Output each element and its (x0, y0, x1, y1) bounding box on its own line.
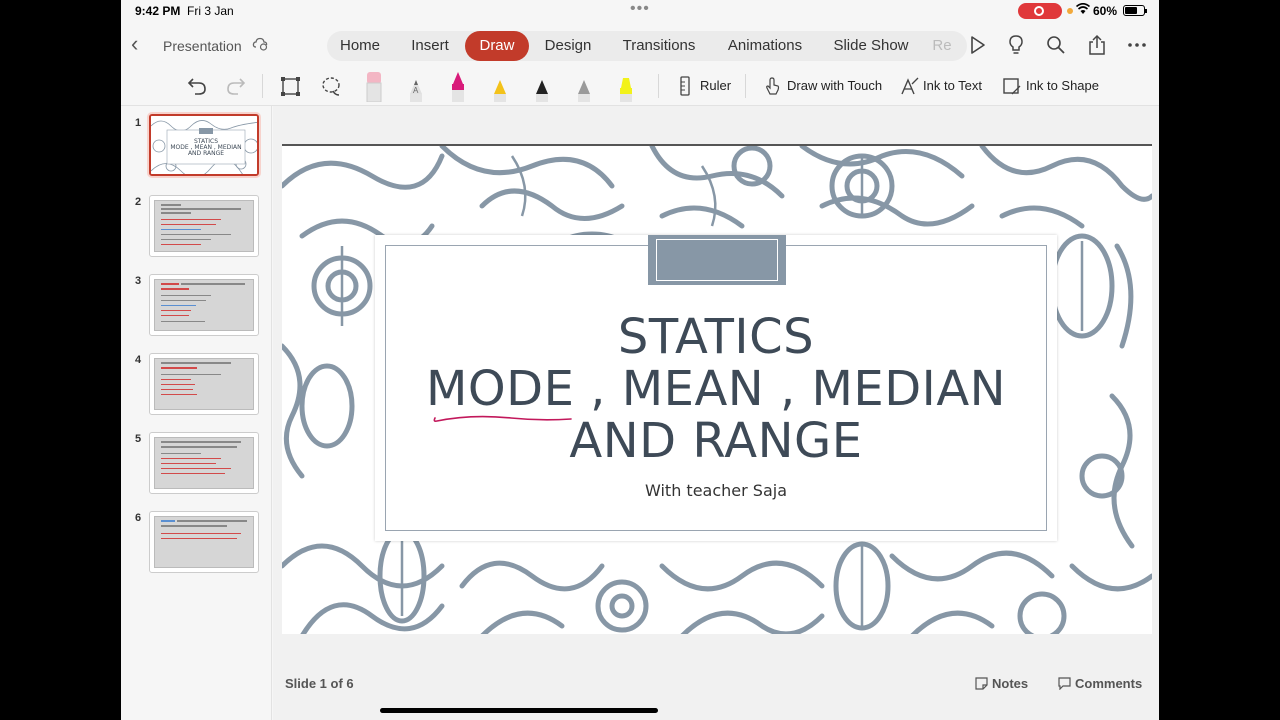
ink-to-text-icon (901, 77, 919, 95)
slide-counter: Slide 1 of 6 (285, 676, 354, 691)
multitask-dots[interactable]: ••• (630, 0, 650, 18)
thumbnail-slide-6[interactable] (149, 511, 259, 573)
tab-draw[interactable]: Draw (465, 31, 529, 61)
tab-home[interactable]: Home (327, 31, 393, 61)
ink-to-text-button[interactable]: Ink to Text (900, 76, 984, 96)
more-icon[interactable] (1126, 34, 1148, 56)
thumbnail-number: 4 (135, 354, 142, 366)
thumbnail-number: 5 (135, 433, 142, 445)
title-placeholder[interactable]: STATICS MODE , MEAN , MEDIAN AND RANGE W… (375, 235, 1057, 541)
mic-indicator-icon (1067, 8, 1073, 14)
tab-slide-show[interactable]: Slide Show (821, 31, 921, 61)
slide-title-line-1: STATICS (617, 309, 815, 365)
ink-to-shape-button[interactable]: Ink to Shape (1002, 76, 1099, 96)
thumbnail-number: 1 (135, 117, 142, 129)
thumbnail-number: 6 (135, 512, 142, 524)
ink-to-shape-label: Ink to Shape (1026, 78, 1099, 93)
back-chevron-icon[interactable]: ‹ (131, 33, 138, 55)
draw-toolbar: A Ruler Draw with Touch Ink to Text Ink … (121, 68, 1159, 106)
ink-to-shape-icon (1003, 78, 1021, 95)
thumbnail-content (154, 279, 254, 331)
toolbar-divider (745, 74, 746, 98)
tab-insert[interactable]: Insert (397, 31, 463, 61)
tab-design[interactable]: Design (533, 31, 603, 61)
slide-subtitle[interactable]: With teacher Saja (375, 481, 1057, 500)
toolbar-divider (658, 74, 659, 98)
slide-title-line-2: MODE , MEAN , MEDIAN (425, 361, 1007, 417)
ribbon-tabs: Home Insert Draw Design Transitions Anim… (327, 31, 967, 61)
thumbnail-content (154, 516, 254, 568)
title-tab-decoration (648, 235, 786, 285)
draw-with-touch-button[interactable]: Draw with Touch (763, 76, 883, 96)
thumbnail-slide-3[interactable] (149, 274, 259, 336)
ink-underline-stroke[interactable] (431, 412, 581, 426)
share-icon[interactable] (1086, 34, 1108, 56)
slide-canvas: STATICS MODE , MEAN , MEDIAN AND RANGE W… (273, 106, 1159, 720)
slide-thumbnail-pane: 1 STATICS MODE , MEAN , MEDIAN AND RANGE… (121, 106, 272, 720)
current-slide[interactable]: STATICS MODE , MEAN , MEDIAN AND RANGE W… (282, 144, 1152, 634)
notes-button[interactable]: Notes (975, 676, 1035, 692)
cloud-sync-icon[interactable] (252, 35, 268, 51)
highlighter-yellow-icon[interactable] (616, 70, 636, 102)
status-date: Fri 3 Jan (187, 4, 234, 18)
tab-review[interactable]: Re (927, 31, 957, 61)
eraser-icon[interactable] (364, 70, 384, 102)
thumbnail-number: 3 (135, 275, 142, 287)
pen-yellow-icon[interactable] (490, 70, 510, 102)
title-bar: ‹ Presentation Home Insert Draw Design T… (121, 22, 1159, 68)
comments-button[interactable]: Comments (1058, 676, 1150, 692)
ipad-screen: 9:42 PM Fri 3 Jan ••• 60% ‹ Presentation… (121, 0, 1159, 720)
thumbnail-slide-4[interactable] (149, 353, 259, 415)
svg-text:A: A (413, 86, 419, 95)
ink-to-text-label: Ink to Text (923, 78, 983, 93)
comments-label: Comments (1075, 676, 1143, 691)
thumbnail-number: 2 (135, 196, 142, 208)
tab-transitions[interactable]: Transitions (609, 31, 709, 61)
lasso-select-icon[interactable] (319, 73, 343, 99)
ruler-label: Ruler (700, 78, 732, 93)
battery-percent: 60% (1093, 4, 1118, 18)
select-objects-icon[interactable] (279, 73, 303, 99)
pencil-icon[interactable]: A (406, 70, 426, 102)
search-icon[interactable] (1045, 34, 1067, 56)
thumbnail-content (154, 437, 254, 489)
thumbnail-slide-1[interactable]: STATICS MODE , MEAN , MEDIAN AND RANGE (149, 114, 259, 176)
notes-icon (975, 677, 988, 690)
status-time: 9:42 PM (135, 4, 181, 18)
pen-gray-icon[interactable] (574, 70, 594, 102)
lightbulb-icon[interactable] (1005, 34, 1027, 56)
notes-label: Notes (992, 676, 1029, 691)
thumbnail-content (154, 200, 254, 252)
tab-animations[interactable]: Animations (715, 31, 815, 61)
screen-record-icon[interactable] (1018, 3, 1062, 19)
play-icon[interactable] (966, 34, 988, 56)
battery-icon (1123, 5, 1147, 16)
thumbnail-slide-5[interactable] (149, 432, 259, 494)
thumbnail-slide-2[interactable] (149, 195, 259, 257)
slide-title[interactable]: STATICS MODE , MEAN , MEDIAN AND RANGE (375, 311, 1057, 467)
comment-icon (1058, 677, 1071, 690)
touch-hand-icon (766, 77, 780, 95)
svg-text:AND RANGE: AND RANGE (188, 150, 224, 157)
pen-black-icon[interactable] (532, 70, 552, 102)
draw-with-touch-label: Draw with Touch (787, 78, 883, 93)
thumbnail-content (154, 358, 254, 410)
toolbar-divider (262, 74, 263, 98)
wifi-icon (1075, 2, 1091, 18)
home-indicator[interactable] (380, 708, 658, 713)
thumbnail-pattern-icon: STATICS MODE , MEAN , MEDIAN AND RANGE (151, 116, 257, 174)
document-name[interactable]: Presentation (163, 38, 242, 54)
undo-icon[interactable] (185, 73, 209, 99)
status-bar: 9:42 PM Fri 3 Jan ••• 60% (121, 0, 1159, 22)
ruler-button[interactable]: Ruler (678, 76, 734, 96)
redo-icon[interactable] (224, 73, 248, 99)
pen-magenta-icon[interactable] (448, 70, 468, 102)
ruler-icon (680, 76, 690, 96)
